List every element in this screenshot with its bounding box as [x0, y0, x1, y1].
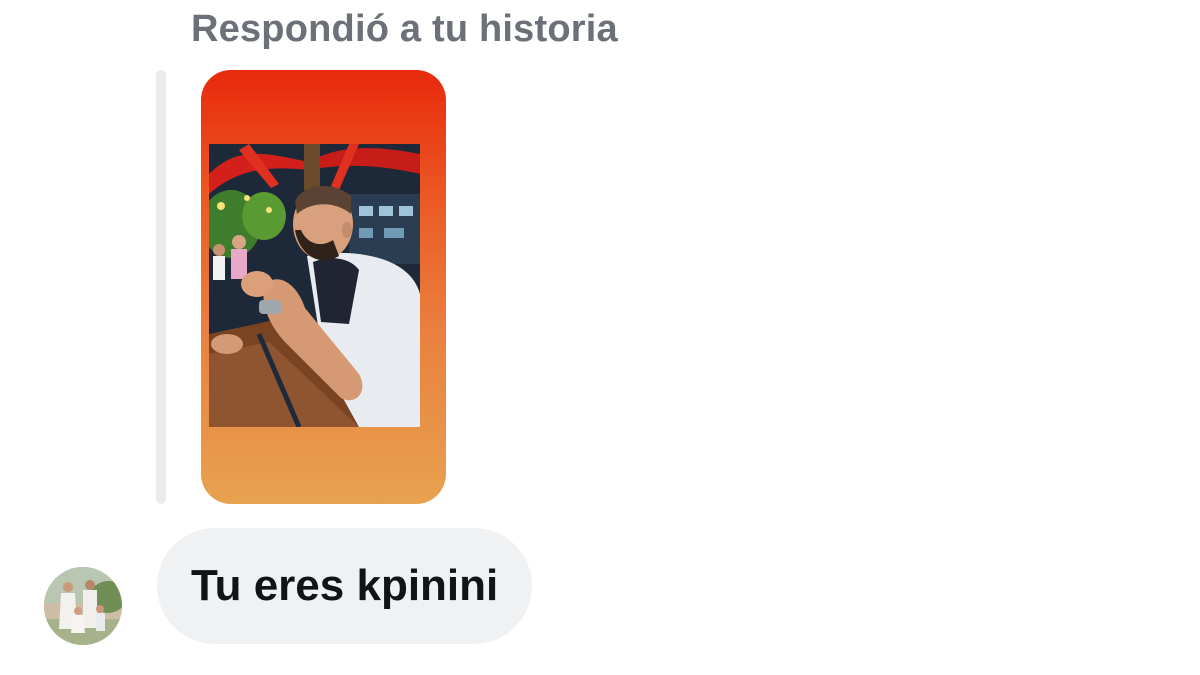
- message-bubble[interactable]: Tu eres kpinini: [157, 528, 533, 644]
- message-text: Tu eres kpinini: [191, 561, 499, 610]
- quote-bar: [156, 70, 166, 504]
- sender-avatar[interactable]: [44, 567, 122, 645]
- story-photo: [209, 144, 420, 427]
- story-reply-label: Respondió a tu historia: [191, 8, 618, 50]
- chat-screen: Respondió a tu historia Tu eres kpinini: [0, 0, 1200, 675]
- story-preview[interactable]: [201, 70, 446, 504]
